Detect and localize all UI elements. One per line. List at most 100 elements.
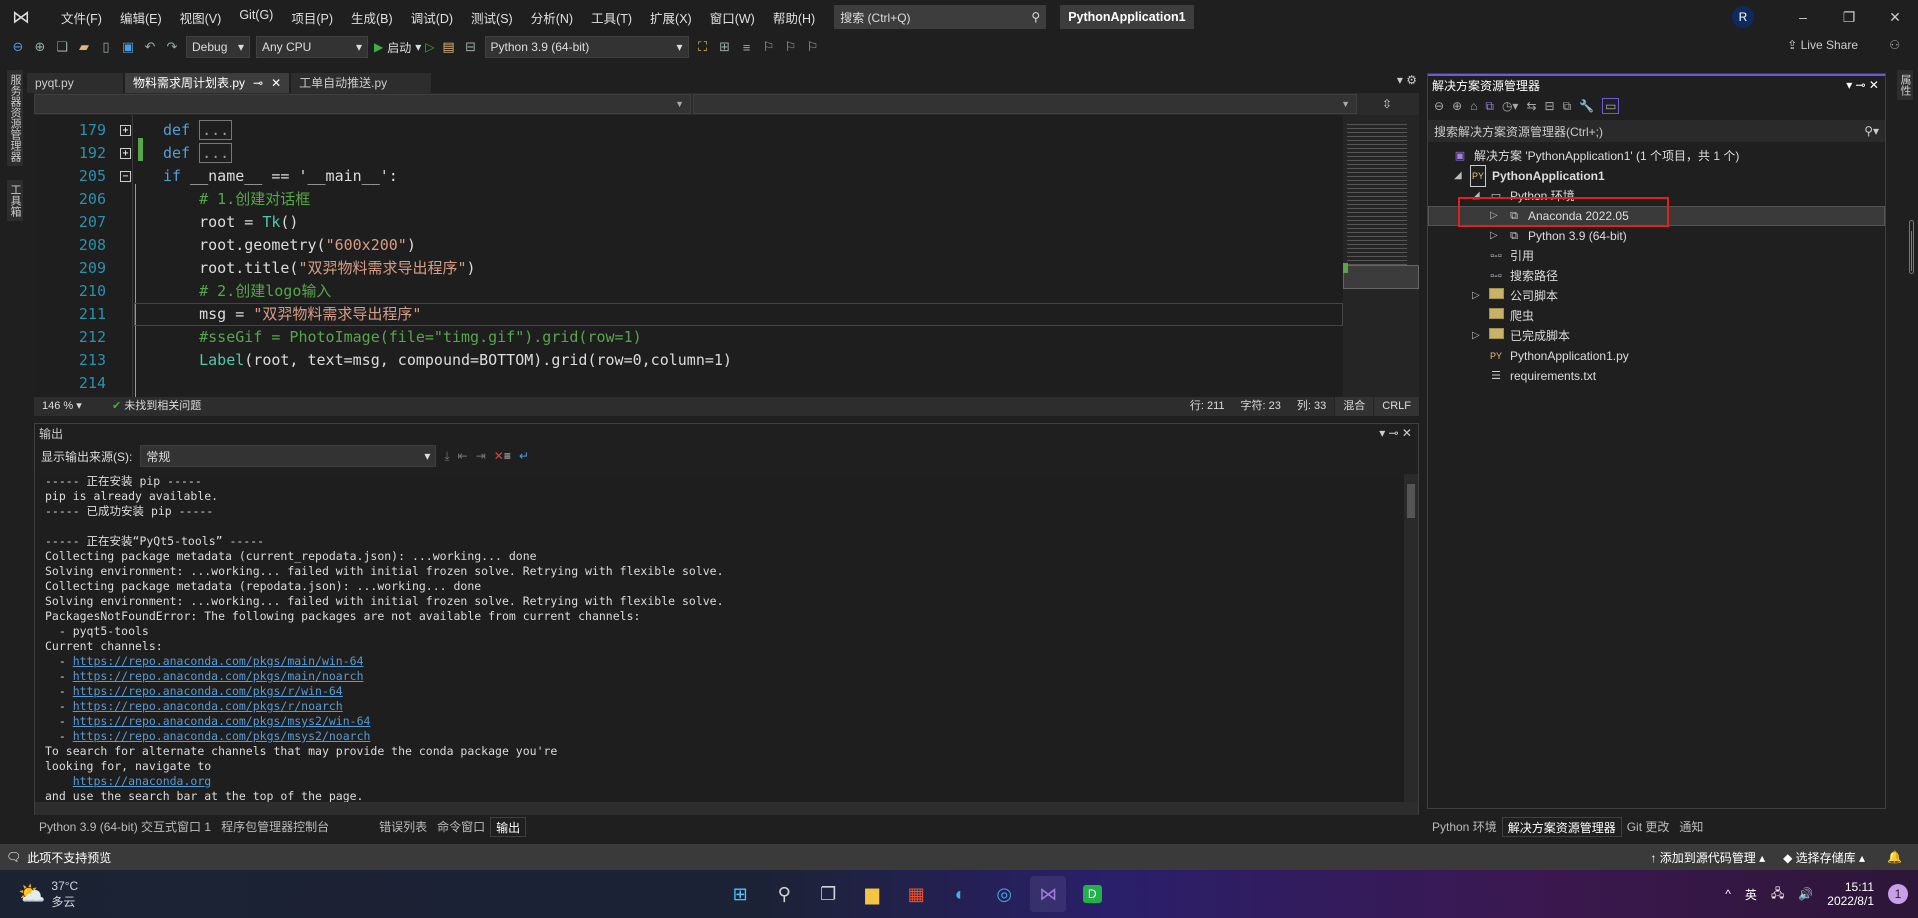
tool-tab[interactable]: 解决方案资源管理器: [1501, 817, 1622, 837]
code-line[interactable]: 210 # 2.创建logo输入: [34, 280, 1343, 303]
word-wrap-icon[interactable]: ↵: [519, 449, 529, 463]
maximize-button[interactable]: ❐: [1826, 9, 1872, 26]
home-icon[interactable]: ⌂: [1470, 99, 1477, 113]
tree-item[interactable]: ▷ ⧉ Anaconda 2022.05: [1490, 206, 1629, 226]
anaconda-icon[interactable]: ◎: [986, 876, 1022, 912]
pin-icon[interactable]: ⊸: [253, 73, 263, 93]
add-source-control-button[interactable]: ↑ 添加到源代码管理 ▴: [1650, 849, 1765, 866]
output-horizontal-scrollbar[interactable]: [35, 802, 1418, 815]
tree-item[interactable]: ▫-▫ 引用: [1472, 246, 1534, 266]
code-line[interactable]: 179 + def ...: [34, 119, 1343, 142]
ime-indicator[interactable]: 英: [1745, 886, 1757, 903]
expander-icon[interactable]: ▷: [1490, 226, 1500, 246]
code-line[interactable]: 208 root.geometry("600x200"): [34, 234, 1343, 257]
open-icon[interactable]: ▰: [76, 39, 92, 55]
properties-tab[interactable]: 属性: [1897, 70, 1913, 100]
scope-dropdown[interactable]: ▼: [34, 94, 691, 114]
close-tab-icon[interactable]: ✕: [271, 73, 281, 93]
volume-icon[interactable]: 🔊: [1798, 887, 1813, 901]
weather-widget[interactable]: ⛅ 37°C 多云: [18, 879, 78, 910]
expander-icon[interactable]: ▷: [1472, 286, 1482, 306]
save-all-icon[interactable]: ▣: [120, 39, 136, 55]
tree-item[interactable]: ▣ 解决方案 'PythonApplication1' (1 个项目，共 1 个): [1436, 146, 1740, 166]
line-ending-indicator[interactable]: CRLF: [1373, 397, 1419, 416]
pending-changes-icon[interactable]: ◷▾: [1502, 99, 1519, 113]
tree-item[interactable]: ▷ 公司脚本: [1472, 286, 1558, 306]
member-dropdown[interactable]: ▼: [693, 94, 1357, 114]
tool-tab[interactable]: Python 环境: [1427, 817, 1502, 837]
notification-badge[interactable]: 1: [1888, 884, 1908, 904]
code-line[interactable]: 211 msg = "双羿物料需求导出程序": [34, 303, 1343, 326]
minimize-button[interactable]: –: [1780, 9, 1826, 25]
split-icon[interactable]: ⇳: [1357, 93, 1417, 115]
platform-select[interactable]: Any CPU ▾: [256, 36, 368, 58]
back-icon[interactable]: ⊖: [1434, 99, 1444, 113]
edge-icon[interactable]: ◐: [942, 876, 978, 912]
output-source-select[interactable]: 常规 ▾: [140, 445, 437, 467]
code-token[interactable]: ...: [199, 120, 233, 140]
new-item-icon[interactable]: ❏: [54, 39, 70, 55]
server-explorer-tab[interactable]: 服务器资源管理器: [7, 70, 23, 166]
network-icon[interactable]: 🖧: [1771, 884, 1784, 905]
menu-item[interactable]: 帮助(H): [764, 8, 824, 27]
search-box[interactable]: 搜索 (Ctrl+Q) ⚲: [834, 5, 1047, 29]
expand-icon[interactable]: +: [120, 125, 131, 136]
menu-item[interactable]: Git(G): [230, 8, 282, 27]
menu-item[interactable]: 调试(D): [402, 8, 462, 27]
forward-icon[interactable]: ⊕: [1452, 99, 1462, 113]
output-link[interactable]: https://repo.anaconda.com/pkgs/r/noarch: [73, 699, 343, 713]
bookmark-icon[interactable]: ⚐: [761, 39, 777, 55]
expander-icon[interactable]: ▷: [1472, 326, 1482, 346]
tool-tab[interactable]: 通知: [1674, 817, 1708, 837]
code-editor[interactable]: 179 + def ... 192 + def ... 205 − if __name__ ==…: [34, 115, 1343, 397]
notification-bell-icon[interactable]: 🔔: [1887, 850, 1902, 864]
tray-overflow-icon[interactable]: ^: [1725, 887, 1731, 901]
sync-icon[interactable]: ⇆: [1526, 99, 1536, 113]
issues-indicator[interactable]: ✔ 未找到相关问题: [104, 397, 209, 416]
menu-item[interactable]: 生成(B): [342, 8, 402, 27]
close-button[interactable]: ✕: [1872, 9, 1918, 26]
menu-item[interactable]: 测试(S): [462, 8, 522, 27]
app-d-icon[interactable]: D: [1074, 876, 1110, 912]
minimap[interactable]: [1343, 115, 1419, 397]
search-icon[interactable]: ⚲: [766, 876, 802, 912]
configuration-select[interactable]: Debug ▾: [186, 36, 250, 58]
output-text[interactable]: ----- 正在安装 pip ----- pip is already avail…: [35, 474, 1405, 802]
avatar[interactable]: R: [1732, 6, 1754, 28]
tree-item[interactable]: PY PythonApplication1.py: [1472, 346, 1629, 366]
menu-item[interactable]: 工具(T): [582, 8, 641, 27]
code-line[interactable]: 206 # 1.创建对话框: [34, 188, 1343, 211]
save-icon[interactable]: ▯: [98, 39, 114, 55]
comment-icon[interactable]: ≡: [739, 40, 755, 55]
task-view-icon[interactable]: ❐: [810, 876, 846, 912]
window-layout-icon[interactable]: ⊞: [717, 39, 733, 55]
start-button[interactable]: ▶ 启动 ▾ ▷: [374, 39, 435, 56]
collapse-all-icon[interactable]: ⊟: [1545, 99, 1555, 113]
feedback-icon[interactable]: ⚇: [1889, 38, 1900, 52]
toolbox-tab[interactable]: 工具箱: [7, 180, 23, 221]
output-link[interactable]: https://anaconda.org: [73, 774, 211, 788]
clock[interactable]: 15:11 2022/8/1: [1827, 880, 1874, 908]
forward-icon[interactable]: ⊕: [32, 39, 48, 55]
live-share-button[interactable]: ⇪ Live Share: [1787, 38, 1858, 52]
code-line[interactable]: 205 − if __name__ == '__main__':: [34, 165, 1343, 188]
collapse-icon[interactable]: −: [120, 171, 131, 182]
properties-icon[interactable]: 🔧: [1579, 99, 1594, 113]
tab-material-plan[interactable]: 物料需求周计划表.py ⊸ ✕: [125, 73, 290, 93]
redo-icon[interactable]: ↷: [164, 39, 180, 55]
code-line[interactable]: 207 root = Tk(): [34, 211, 1343, 234]
tree-item[interactable]: ▷ ⧉ Python 3.9 (64-bit): [1490, 226, 1627, 246]
tree-item[interactable]: ▫-▫ 搜索路径: [1472, 266, 1558, 286]
tree-item[interactable]: ☰ requirements.txt: [1472, 366, 1596, 386]
output-link[interactable]: https://repo.anaconda.com/pkgs/main/win-…: [73, 654, 364, 668]
expand-icon[interactable]: +: [120, 148, 131, 159]
tool-tab[interactable]: Python 3.9 (64-bit) 交互式窗口 1: [34, 817, 216, 837]
goto-location-icon[interactable]: ⤓: [444, 449, 449, 464]
code-line[interactable]: 209 root.title("双羿物料需求导出程序"): [34, 257, 1343, 280]
code-token[interactable]: ...: [199, 143, 233, 163]
tab-pyqt[interactable]: pyqt.py: [27, 73, 123, 93]
package-icon[interactable]: ⛶: [695, 39, 711, 55]
tree-item[interactable]: 爬虫: [1472, 306, 1534, 326]
python-environment-select[interactable]: Python 3.9 (64-bit) ▾: [484, 36, 689, 58]
panel-controls-icon[interactable]: ▾ ⊸ ✕: [1846, 78, 1879, 92]
